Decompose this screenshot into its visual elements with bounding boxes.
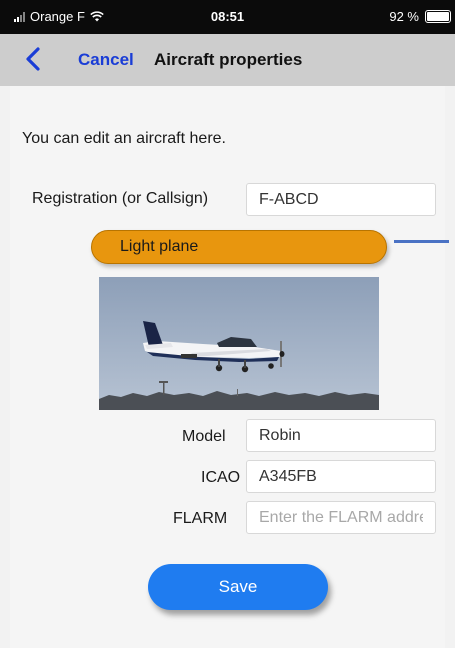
save-button[interactable]: Save	[148, 564, 328, 610]
flarm-label: FLARM	[173, 510, 228, 527]
battery-icon	[425, 10, 451, 23]
aircraft-form: You can edit an aircraft here. Registrat…	[10, 86, 449, 648]
model-input[interactable]	[246, 419, 436, 452]
model-label: Model	[182, 428, 226, 445]
battery-group: 92 %	[389, 9, 451, 24]
type-connector-line	[394, 240, 449, 243]
chevron-left-icon[interactable]	[24, 47, 42, 71]
battery-percent: 92 %	[389, 9, 419, 24]
status-time: 08:51	[210, 9, 245, 24]
registration-input[interactable]	[246, 183, 436, 216]
registration-label: Registration (or Callsign)	[32, 190, 209, 207]
aircraft-photo	[99, 277, 379, 410]
status-bar: Orange F 08:51 92 %	[0, 0, 455, 34]
cancel-button[interactable]: Cancel	[78, 50, 134, 70]
navigation-bar: Cancel Aircraft properties	[0, 34, 455, 86]
icao-label: ICAO	[201, 469, 241, 486]
intro-text: You can edit an aircraft here.	[22, 130, 226, 147]
icao-input[interactable]	[246, 460, 436, 493]
page-title: Aircraft properties	[154, 50, 303, 69]
aircraft-type-selector[interactable]: Light plane	[91, 230, 387, 264]
flarm-input[interactable]	[246, 501, 436, 534]
